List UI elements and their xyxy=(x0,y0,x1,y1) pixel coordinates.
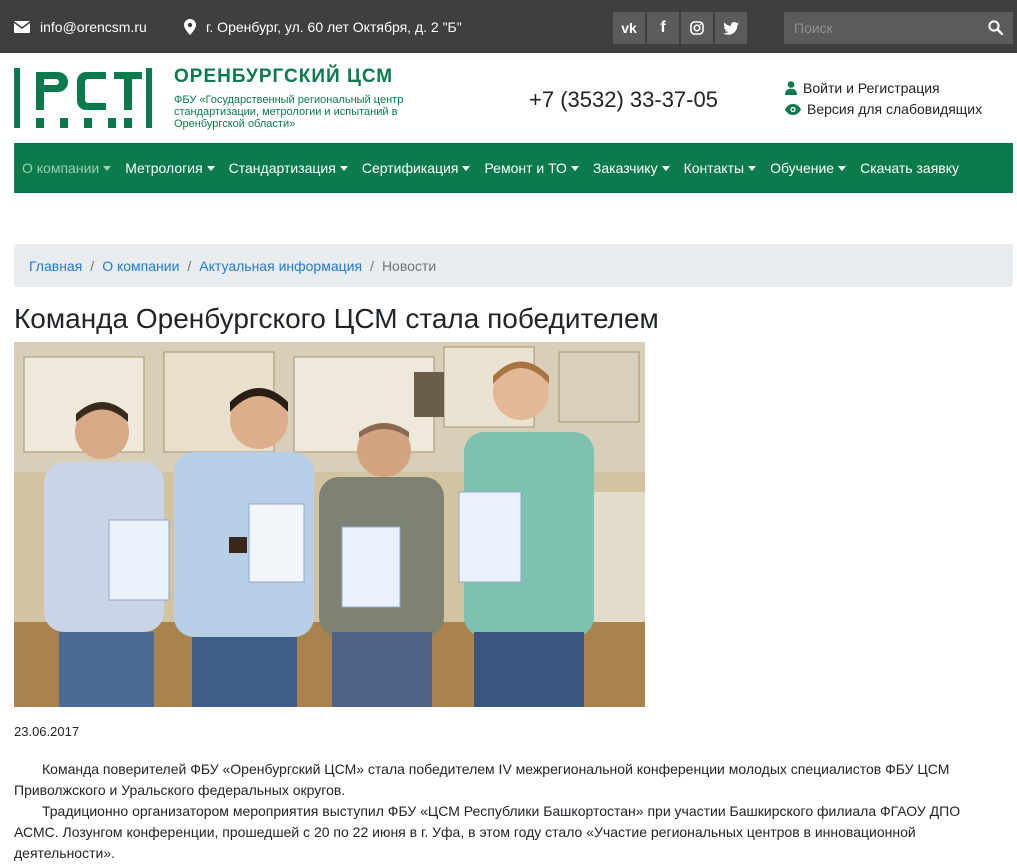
nav-item-label: Метрология xyxy=(125,160,203,176)
accessibility-link[interactable]: Версия для слабовидящих xyxy=(785,101,982,117)
nav-item-label: Стандартизация xyxy=(228,160,336,176)
login-link[interactable]: Войти и Регистрация xyxy=(785,80,940,96)
nav-item-customer[interactable]: Заказчику xyxy=(593,160,670,176)
search-input[interactable] xyxy=(784,12,974,44)
nav-item-label: Ремонт и ТО xyxy=(484,160,567,176)
breadcrumb-current: Новости xyxy=(381,257,437,274)
login-link-text: Войти и Регистрация xyxy=(803,80,940,96)
breadcrumb-separator: / xyxy=(370,257,374,274)
rst-logo[interactable] xyxy=(14,68,152,135)
nav-item-label: Заказчику xyxy=(592,160,658,176)
top-bar: info@orencsm.ru г. Оренбург, ул. 60 лет … xyxy=(0,0,1017,53)
email-contact[interactable]: info@orencsm.ru xyxy=(14,19,147,35)
twitter-link[interactable] xyxy=(715,12,747,44)
page-title: Команда Оренбургского ЦСМ стала победите… xyxy=(14,303,659,334)
nav-item-about[interactable]: О компании xyxy=(22,160,112,176)
phone-number[interactable]: +7 (3532) 33-37-05 xyxy=(529,87,718,113)
chevron-down-icon xyxy=(661,165,670,171)
instagram-icon xyxy=(690,21,704,35)
breadcrumb-current-info[interactable]: Актуальная информация xyxy=(199,258,362,274)
accessibility-link-text: Версия для слабовидящих xyxy=(807,101,983,117)
vk-link[interactable]: vk xyxy=(613,12,645,44)
article-photo xyxy=(14,342,645,707)
map-marker-icon xyxy=(184,19,196,35)
email-text: info@orencsm.ru xyxy=(40,19,147,35)
article-date: 23.06.2017 xyxy=(14,724,80,739)
brand-title: ОРЕНБУРГСКИЙ ЦСМ xyxy=(174,66,394,87)
chevron-down-icon xyxy=(570,165,579,171)
nav-item-label: Контакты xyxy=(683,160,745,176)
nav-item-download-application[interactable]: Скачать заявку xyxy=(860,160,959,176)
brand-subtitle: ФБУ «Государственный региональный центр … xyxy=(174,94,404,130)
user-icon xyxy=(785,81,797,95)
breadcrumb: Главная / О компании / Актуальная информ… xyxy=(14,244,1013,287)
nav-item-metrology[interactable]: Метрология xyxy=(125,160,215,176)
eye-icon xyxy=(785,103,801,115)
nav-item-contacts[interactable]: Контакты xyxy=(683,160,757,176)
main-nav: О компании Метрология Стандартизация Сер… xyxy=(14,143,1013,193)
rst-logo-icon xyxy=(14,68,152,128)
search-box xyxy=(784,12,1013,44)
breadcrumb-separator: / xyxy=(90,257,95,274)
breadcrumb-separator: / xyxy=(187,257,192,274)
article-paragraph: Команда поверителей ФБУ «Оренбургский ЦС… xyxy=(14,761,950,798)
address-text: г. Оренбург, ул. 60 лет Октября, д. 2 "Б… xyxy=(206,19,462,35)
chevron-down-icon xyxy=(462,165,471,171)
search-button[interactable] xyxy=(988,20,1004,40)
facebook-icon: f xyxy=(660,19,666,36)
instagram-link[interactable] xyxy=(681,12,713,44)
nav-item-certification[interactable]: Сертификация xyxy=(362,160,471,176)
search-icon xyxy=(988,20,1004,36)
chevron-down-icon xyxy=(103,165,112,171)
nav-item-training[interactable]: Обучение xyxy=(770,160,847,176)
facebook-link[interactable]: f xyxy=(647,12,679,44)
breadcrumb-about[interactable]: О компании xyxy=(102,258,179,274)
chevron-down-icon xyxy=(206,165,215,171)
chevron-down-icon xyxy=(339,165,348,171)
nav-item-standardization[interactable]: Стандартизация xyxy=(229,160,348,176)
twitter-icon xyxy=(723,21,739,35)
article-photo-image xyxy=(14,342,645,707)
vk-icon: vk xyxy=(621,20,637,36)
breadcrumb-home[interactable]: Главная xyxy=(29,258,82,274)
nav-item-label: О компании xyxy=(22,160,100,176)
nav-item-label: Скачать заявку xyxy=(860,160,959,176)
nav-item-repair[interactable]: Ремонт и ТО xyxy=(484,160,579,176)
nav-item-label: Обучение xyxy=(770,160,835,176)
article-paragraph: Традиционно организатором мероприятия вы… xyxy=(14,803,961,861)
chevron-down-icon xyxy=(838,165,847,171)
address-contact: г. Оренбург, ул. 60 лет Октября, д. 2 "Б… xyxy=(184,19,462,35)
chevron-down-icon xyxy=(748,165,757,171)
social-links: vk f xyxy=(613,12,749,44)
nav-item-label: Сертификация xyxy=(361,160,459,176)
envelope-icon xyxy=(14,21,30,33)
